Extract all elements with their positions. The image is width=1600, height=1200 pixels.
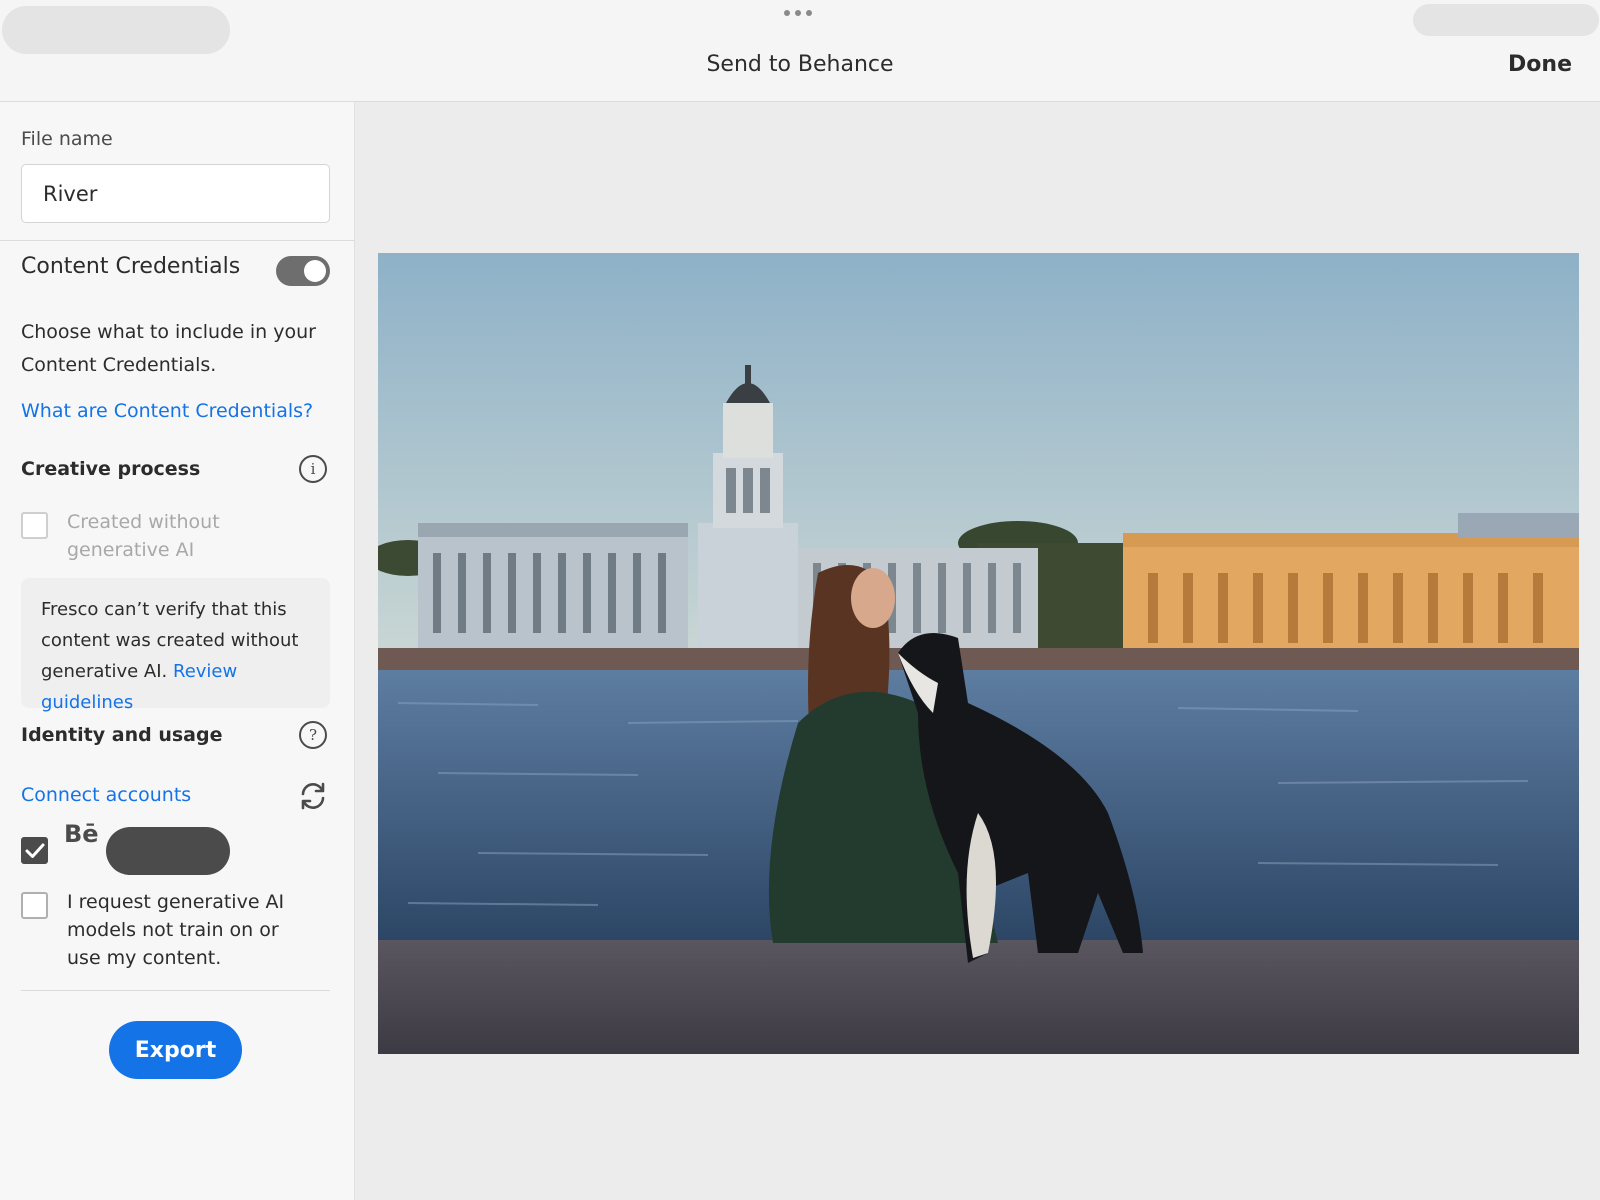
created-without-ai-checkbox[interactable] — [21, 512, 48, 539]
multitasking-handle[interactable] — [784, 10, 812, 16]
page-title: Send to Behance — [706, 52, 894, 77]
notice-text: Fresco can’t verify that this content wa… — [41, 599, 299, 682]
created-without-ai-label: Created without generative AI — [67, 511, 220, 561]
export-button[interactable]: Export — [109, 1021, 242, 1079]
file-name-label: File name — [21, 128, 113, 150]
what-are-content-credentials-link[interactable]: What are Content Credentials? — [21, 400, 313, 422]
info-icon[interactable]: i — [299, 455, 327, 483]
redacted-status-pill — [2, 6, 230, 54]
behance-account-checkbox[interactable] — [21, 837, 48, 864]
section-divider — [21, 990, 330, 991]
content-credentials-description: Choose what to include in your Content C… — [21, 321, 316, 376]
behance-logo: Bē — [64, 820, 99, 848]
toggle-knob — [304, 260, 326, 282]
refresh-icon[interactable] — [298, 781, 328, 811]
ai-training-opt-out-label: I request generative AI models not train… — [67, 891, 285, 969]
help-icon[interactable]: ? — [299, 721, 327, 749]
done-button[interactable]: Done — [1508, 52, 1572, 77]
top-bar: Send to Behance Done — [0, 0, 1600, 102]
checkmark-icon — [25, 843, 45, 858]
preview-area — [355, 102, 1600, 1200]
ai-training-opt-out-checkbox[interactable] — [21, 892, 48, 919]
river-photo-illustration — [378, 253, 1579, 1054]
creative-process-title: Creative process — [21, 458, 201, 480]
connect-accounts-link[interactable]: Connect accounts — [21, 784, 191, 806]
content-credentials-title: Content Credentials — [21, 254, 241, 279]
export-settings-panel: File name Content Credentials Choose wha… — [0, 102, 355, 1200]
section-divider — [0, 240, 355, 241]
identity-usage-title: Identity and usage — [21, 724, 223, 746]
file-name-input[interactable] — [21, 164, 330, 223]
redacted-account-name — [106, 827, 230, 875]
artwork-preview-image — [378, 253, 1579, 1054]
content-credentials-toggle[interactable] — [276, 256, 330, 286]
redacted-status-pill-right — [1413, 4, 1599, 36]
verification-notice: Fresco can’t verify that this content wa… — [21, 578, 330, 713]
